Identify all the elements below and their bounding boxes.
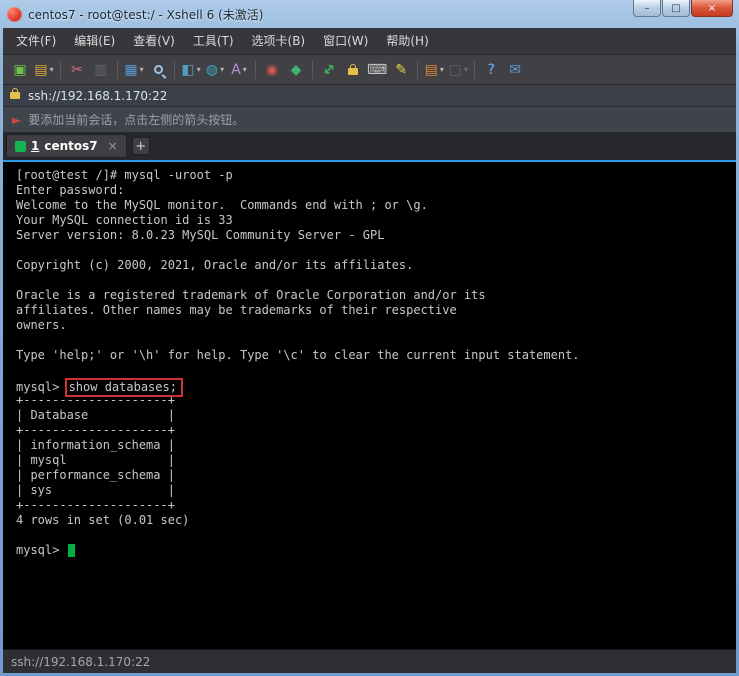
- globe-icon[interactable]: ◍▾: [203, 58, 227, 82]
- status-bar: ssh://192.168.1.170:22: [3, 649, 736, 673]
- dropdown-arrow-icon[interactable]: ▾: [50, 65, 54, 74]
- close-button[interactable]: ×: [691, 0, 733, 17]
- toolbar-separator: [255, 61, 256, 79]
- terminal-line: +--------------------+: [16, 393, 736, 408]
- keyboard-icon[interactable]: ⌨: [365, 58, 389, 82]
- menu-item[interactable]: 选项卡(B): [243, 28, 315, 54]
- cut-icon[interactable]: ✂: [65, 58, 89, 82]
- tab-number: 1: [31, 139, 39, 153]
- terminal-line: | information_schema |: [16, 438, 736, 453]
- toolbar-separator: [312, 61, 313, 79]
- dropdown-arrow-icon[interactable]: ▾: [464, 65, 468, 74]
- menu-item[interactable]: 查看(V): [124, 28, 184, 54]
- address-url: ssh://192.168.1.170:22: [28, 89, 167, 103]
- menu-item[interactable]: 编辑(E): [65, 28, 124, 54]
- status-url: ssh://192.168.1.170:22: [11, 655, 150, 669]
- terminal-line: [16, 273, 736, 288]
- open-session-icon[interactable]: ▤▾: [32, 58, 56, 82]
- dropdown-arrow-icon[interactable]: ▾: [440, 65, 444, 74]
- lock-icon[interactable]: [341, 58, 365, 82]
- paste-icon: ▥: [89, 58, 113, 82]
- app-frame: 文件(F)编辑(E)查看(V)工具(T)选项卡(B)窗口(W)帮助(H) ▣▤▾…: [3, 28, 736, 673]
- dropdown-arrow-icon[interactable]: ▾: [220, 65, 224, 74]
- tab-bar: 1 centos7 × +: [3, 132, 736, 160]
- terminal-line: Copyright (c) 2000, 2021, Oracle and/or …: [16, 258, 736, 273]
- minimize-button[interactable]: –: [633, 0, 661, 17]
- folder-icon[interactable]: ▤▾: [422, 58, 446, 82]
- help-icon[interactable]: ?: [479, 58, 503, 82]
- terminal-line: [root@test /]# mysql -uroot -p: [16, 168, 736, 183]
- terminal-line: +--------------------+: [16, 423, 736, 438]
- toolbar-separator: [60, 61, 61, 79]
- title-bar[interactable]: centos7 - root@test:/ - Xshell 6 (未激活) –…: [3, 0, 736, 28]
- tab-centos7[interactable]: 1 centos7 ×: [6, 134, 127, 158]
- xshell-app-icon: [7, 7, 22, 22]
- window-controls: – □ ×: [632, 0, 733, 17]
- terminal-prompt: mysql>: [16, 543, 67, 557]
- toolbar-separator: [474, 61, 475, 79]
- tab-label: centos7: [44, 139, 97, 153]
- new-session-icon[interactable]: ▣: [8, 58, 32, 82]
- dropdown-arrow-icon[interactable]: ▾: [140, 65, 144, 74]
- info-message: 要添加当前会话，点击左侧的箭头按钮。: [28, 111, 244, 128]
- xshell-window: centos7 - root@test:/ - Xshell 6 (未激活) –…: [0, 0, 739, 676]
- terminal[interactable]: [root@test /]# mysql -uroot -pEnter pass…: [3, 162, 736, 649]
- terminal-line: mysql> show databases;: [16, 378, 736, 393]
- address-bar[interactable]: ssh://192.168.1.170:22: [3, 84, 736, 106]
- window-title: centos7 - root@test:/ - Xshell 6 (未激活): [28, 6, 263, 23]
- terminal-line: [16, 528, 736, 543]
- info-bar: ► 要添加当前会话，点击左侧的箭头按钮。: [3, 106, 736, 132]
- terminal-line: | sys |: [16, 483, 736, 498]
- xagent-icon[interactable]: ◉: [260, 58, 284, 82]
- chat-icon[interactable]: ✉: [503, 58, 527, 82]
- fullscreen-icon[interactable]: ↔: [317, 58, 341, 82]
- terminal-line: [16, 363, 736, 378]
- terminal-line: Server version: 8.0.23 MySQL Community S…: [16, 228, 736, 243]
- terminal-line: [16, 243, 736, 258]
- terminal-line: | mysql |: [16, 453, 736, 468]
- dropdown-arrow-icon[interactable]: ▾: [243, 65, 247, 74]
- terminal-line: affiliates. Other names may be trademark…: [16, 303, 736, 318]
- ssl-lock-icon: [10, 92, 20, 99]
- terminal-line: mysql>: [16, 543, 736, 558]
- terminal-line: 4 rows in set (0.01 sec): [16, 513, 736, 528]
- session-arrow-icon: ►: [12, 113, 21, 127]
- terminal-line: owners.: [16, 318, 736, 333]
- terminal-line: Your MySQL connection id is 33: [16, 213, 736, 228]
- toolbar-separator: [417, 61, 418, 79]
- tab-close-icon[interactable]: ×: [108, 139, 118, 153]
- terminal-cursor: [68, 544, 75, 557]
- toolbar: ▣▤▾✂▥▦▾◧▾◍▾A▾◉◆↔⌨✎▤▾▢▾?✉: [3, 54, 736, 84]
- find-icon[interactable]: [146, 58, 170, 82]
- xftp-icon[interactable]: ◆: [284, 58, 308, 82]
- toolbar-separator: [117, 61, 118, 79]
- connection-status-icon: [15, 141, 26, 152]
- terminal-line: Welcome to the MySQL monitor. Commands e…: [16, 198, 736, 213]
- menu-item[interactable]: 窗口(W): [314, 28, 377, 54]
- properties-icon: ▢▾: [446, 58, 470, 82]
- menu-item[interactable]: 帮助(H): [377, 28, 437, 54]
- terminal-line: Enter password:: [16, 183, 736, 198]
- highlight-icon[interactable]: ✎: [389, 58, 413, 82]
- new-tab-button[interactable]: +: [132, 137, 150, 155]
- font-icon[interactable]: A▾: [227, 58, 251, 82]
- menu-item[interactable]: 文件(F): [7, 28, 65, 54]
- terminal-prompt: mysql>: [16, 380, 67, 394]
- maximize-button[interactable]: □: [662, 0, 690, 17]
- terminal-line: [16, 333, 736, 348]
- terminal-line: | Database |: [16, 408, 736, 423]
- layout-icon[interactable]: ◧▾: [179, 58, 203, 82]
- menu-bar: 文件(F)编辑(E)查看(V)工具(T)选项卡(B)窗口(W)帮助(H): [3, 28, 736, 54]
- terminal-line: Oracle is a registered trademark of Orac…: [16, 288, 736, 303]
- menu-item[interactable]: 工具(T): [184, 28, 243, 54]
- terminal-line: Type 'help;' or '\h' for help. Type '\c'…: [16, 348, 736, 363]
- new-terminal-icon[interactable]: ▦▾: [122, 58, 146, 82]
- terminal-line: +--------------------+: [16, 498, 736, 513]
- terminal-line: | performance_schema |: [16, 468, 736, 483]
- dropdown-arrow-icon[interactable]: ▾: [197, 65, 201, 74]
- toolbar-separator: [174, 61, 175, 79]
